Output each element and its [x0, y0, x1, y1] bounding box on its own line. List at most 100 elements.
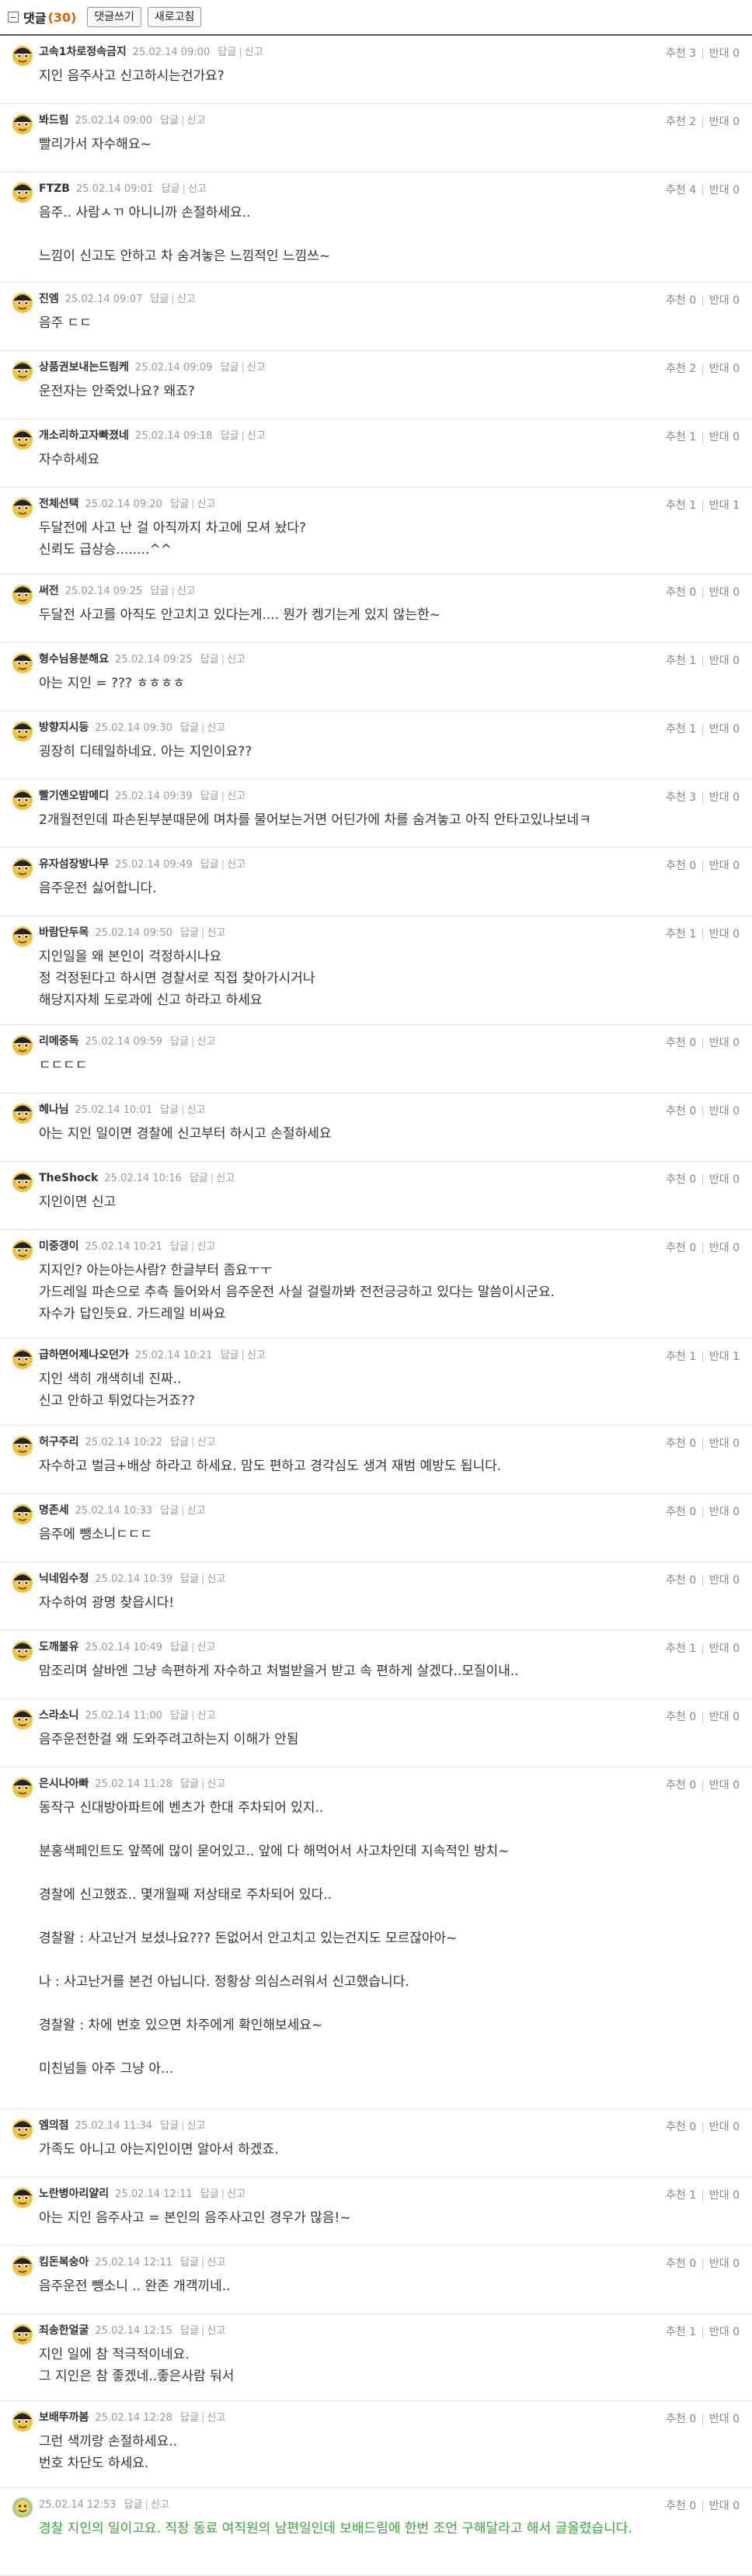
comment-author[interactable]: 전체선택: [39, 498, 79, 510]
downvote-label[interactable]: 반대: [709, 2413, 729, 2425]
report-link[interactable]: 신고: [187, 1505, 206, 1517]
report-link[interactable]: 신고: [187, 2120, 206, 2132]
comment-author[interactable]: 상품권보내는드림케: [39, 361, 129, 374]
report-link[interactable]: 신고: [227, 791, 245, 802]
upvote-label[interactable]: 추천: [666, 1711, 686, 1723]
reply-link[interactable]: 답글: [150, 294, 169, 305]
report-link[interactable]: 신고: [197, 1642, 215, 1653]
upvote-label[interactable]: 추천: [666, 363, 686, 375]
comment-author[interactable]: 도깨불유: [39, 1641, 79, 1653]
comment-author[interactable]: 헤나님: [39, 1104, 69, 1116]
report-link[interactable]: 신고: [187, 1104, 206, 1116]
downvote-label[interactable]: 반대: [709, 791, 729, 804]
report-link[interactable]: 신고: [177, 586, 196, 597]
comment-author[interactable]: 스라소니: [39, 1709, 79, 1722]
reply-link[interactable]: 답글: [180, 2257, 199, 2268]
comment-author[interactable]: 미중갱이: [39, 1240, 79, 1253]
reply-link[interactable]: 답글: [160, 1104, 179, 1116]
upvote-label[interactable]: 추천: [666, 1173, 686, 1186]
reply-link[interactable]: 답글: [160, 1505, 179, 1517]
report-link[interactable]: 신고: [197, 1036, 215, 1048]
report-link[interactable]: 신고: [207, 1573, 225, 1585]
reply-link[interactable]: 답글: [221, 430, 239, 442]
upvote-label[interactable]: 추천: [666, 2189, 686, 2202]
report-link[interactable]: 신고: [197, 1710, 215, 1722]
reply-link[interactable]: 답글: [221, 362, 239, 374]
comment-author[interactable]: 형수님용분해요: [39, 653, 109, 666]
report-link[interactable]: 신고: [177, 294, 196, 305]
upvote-label[interactable]: 추천: [666, 860, 686, 872]
comment-author[interactable]: 닉네임수정: [39, 1573, 89, 1585]
downvote-label[interactable]: 반대: [709, 1574, 729, 1587]
reply-link[interactable]: 답글: [170, 1036, 189, 1048]
reply-link[interactable]: 답글: [180, 927, 199, 939]
downvote-label[interactable]: 반대: [709, 655, 729, 667]
reply-link[interactable]: 답글: [200, 859, 219, 871]
reply-link[interactable]: 답글: [124, 2499, 143, 2511]
downvote-label[interactable]: 반대: [709, 2326, 729, 2338]
report-link[interactable]: 신고: [207, 2412, 225, 2424]
reply-link[interactable]: 답글: [200, 791, 219, 802]
comment-author[interactable]: 방향지시등: [39, 721, 89, 734]
reply-link[interactable]: 답글: [160, 115, 179, 127]
upvote-label[interactable]: 추천: [666, 2326, 686, 2338]
upvote-label[interactable]: 추천: [666, 928, 686, 940]
upvote-label[interactable]: 추천: [666, 1506, 686, 1518]
report-link[interactable]: 신고: [188, 183, 207, 195]
comment-author[interactable]: 개소리하고자빠졌네: [39, 429, 129, 442]
downvote-label[interactable]: 반대: [709, 1242, 729, 1254]
report-link[interactable]: 신고: [216, 1173, 235, 1184]
upvote-label[interactable]: 추천: [666, 184, 686, 196]
report-link[interactable]: 신고: [187, 115, 206, 127]
report-link[interactable]: 신고: [247, 430, 266, 442]
upvote-label[interactable]: 추천: [666, 431, 686, 443]
reply-link[interactable]: 답글: [150, 586, 169, 597]
upvote-label[interactable]: 추천: [666, 499, 686, 512]
reply-link[interactable]: 답글: [180, 722, 199, 734]
upvote-label[interactable]: 추천: [666, 1242, 686, 1254]
report-link[interactable]: 신고: [207, 1778, 225, 1790]
upvote-label[interactable]: 추천: [666, 1574, 686, 1587]
report-link[interactable]: 신고: [207, 927, 225, 939]
report-link[interactable]: 신고: [247, 362, 266, 374]
reply-link[interactable]: 답글: [162, 183, 180, 195]
comment-author[interactable]: 노란병아리얄리: [39, 2188, 109, 2200]
upvote-label[interactable]: 추천: [666, 1105, 686, 1118]
report-link[interactable]: 신고: [207, 2325, 225, 2337]
write-comment-button[interactable]: 댓글쓰기: [87, 7, 141, 27]
upvote-label[interactable]: 추천: [666, 586, 686, 599]
downvote-label[interactable]: 반대: [709, 47, 729, 60]
downvote-label[interactable]: 반대: [709, 1173, 729, 1186]
downvote-label[interactable]: 반대: [709, 1437, 729, 1450]
downvote-label[interactable]: 반대: [709, 1711, 729, 1723]
comment-author[interactable]: 유자섬장방나무: [39, 858, 109, 871]
reply-link[interactable]: 답글: [170, 1642, 189, 1653]
reply-link[interactable]: 답글: [200, 2188, 219, 2200]
comment-author[interactable]: 봐드림: [39, 114, 69, 127]
reply-link[interactable]: 답글: [170, 1437, 189, 1448]
comment-author[interactable]: 급하면어제나오던가: [39, 1349, 129, 1361]
reply-link[interactable]: 답글: [180, 2325, 199, 2337]
comment-author[interactable]: 엠의점: [39, 2119, 69, 2132]
comment-author[interactable]: FTZB: [39, 183, 70, 195]
upvote-label[interactable]: 추천: [666, 2413, 686, 2425]
report-link[interactable]: 신고: [207, 2257, 225, 2268]
comment-author[interactable]: 리메중독: [39, 1035, 79, 1048]
reply-link[interactable]: 답글: [170, 1241, 189, 1253]
downvote-label[interactable]: 반대: [709, 294, 729, 307]
upvote-label[interactable]: 추천: [666, 1779, 686, 1792]
comment-author[interactable]: 죄송한얼굴: [39, 2324, 89, 2337]
upvote-label[interactable]: 추천: [666, 2121, 686, 2133]
downvote-label[interactable]: 반대: [709, 1037, 729, 1049]
downvote-label[interactable]: 반대: [709, 363, 729, 375]
reply-link[interactable]: 답글: [180, 2412, 199, 2424]
upvote-label[interactable]: 추천: [666, 1643, 686, 1655]
reply-link[interactable]: 답글: [200, 654, 219, 666]
reply-link[interactable]: 답글: [190, 1173, 208, 1184]
upvote-label[interactable]: 추천: [666, 791, 686, 804]
downvote-label[interactable]: 반대: [709, 1643, 729, 1655]
comment-author[interactable]: 명존세: [39, 1504, 69, 1517]
downvote-label[interactable]: 반대: [709, 2258, 729, 2270]
downvote-label[interactable]: 반대: [709, 1351, 729, 1363]
comment-author[interactable]: 킴돈복숭아: [39, 2256, 89, 2268]
